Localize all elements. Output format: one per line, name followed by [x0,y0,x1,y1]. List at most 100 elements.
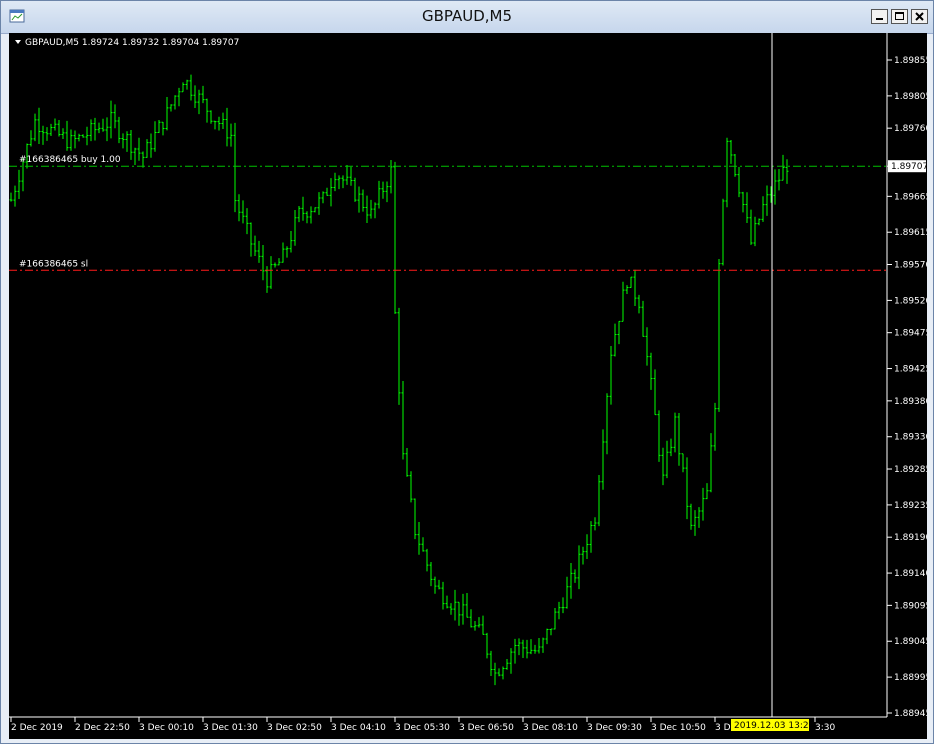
ohlc-bar [737,167,741,198]
ohlc-bar [673,412,677,453]
ohlc-bar [337,175,341,190]
close-button[interactable] [911,9,928,24]
time-tick-label: 2 Dec 22:50 [75,723,130,733]
ohlc-bar [557,601,561,620]
order-lines: #166386465 buy 1.00 #166386465 sl [9,155,887,271]
ohlc-bar [753,216,757,247]
ohlc-bar [529,639,533,655]
ohlc-bar [537,638,541,654]
dropdown-triangle-icon[interactable] [15,40,21,44]
ohlc-bar [449,603,453,615]
ohlc-bar [237,194,241,222]
time-tick-label: 3:30 [815,723,835,733]
ohlc-bar [757,218,761,226]
ohlc-bar [37,107,41,144]
ohlc-bar [461,593,465,625]
ohlc-bar [441,581,445,610]
ohlc-bar [245,208,249,235]
ohlc-bar [445,595,449,609]
ohlc-bar [85,126,89,146]
ohlc-bar [533,644,537,654]
ohlc-bar [73,130,77,149]
ohlc-bar [541,637,545,653]
ohlc-bar [681,453,685,473]
ohlc-bar [497,668,501,677]
price-tick-label: 1.89425 [894,365,927,375]
price-tick-label: 1.89615 [894,228,927,238]
minimize-button[interactable] [871,9,888,24]
ohlc-bar [501,666,505,680]
ohlc-bar [661,447,665,486]
maximize-button[interactable] [891,9,908,24]
ohlc-bar [401,380,405,460]
chart-window: GBPAUD,M5 #166386465 buy 1.00 #166386465 … [0,0,934,744]
ohlc-bar [177,87,181,107]
ohlc-bar [393,161,397,314]
ohlc-bar [361,189,365,212]
price-tick-label: 1.89855 [894,56,927,66]
time-tick-label: 3 Dec 02:50 [267,723,322,733]
ohlc-bar [157,120,161,133]
ohlc-bar [493,662,497,686]
ohlc-bar [205,98,209,123]
ohlc-bar [397,307,401,405]
ohlc-bar [369,199,373,219]
ohlc-bar [413,498,417,540]
ohlc-bar [173,95,177,110]
ohlc-bar [741,191,745,213]
ohlc-bar [33,113,37,142]
symbol-info: GBPAUD,M5 1.89724 1.89732 1.89704 1.8970… [25,38,239,48]
ohlc-bar [365,195,369,224]
ohlc-bar [785,159,789,184]
ohlc-bar [725,137,729,208]
ohlc-bar [61,128,65,140]
price-tick-label: 1.89095 [894,601,927,611]
chart-header: GBPAUD,M5 1.89724 1.89732 1.89704 1.8970… [15,38,239,48]
ohlc-bar [345,164,349,185]
ohlc-bar [773,169,777,205]
ohlc-bar [209,110,213,124]
ohlc-bar [645,327,649,366]
ohlc-bar [609,345,613,405]
price-tick-label: 1.89045 [894,637,927,647]
ohlc-bar [41,125,45,145]
price-tick-label: 1.89520 [894,296,927,306]
price-tick-label: 1.89235 [894,501,927,511]
ohlc-bar [45,127,49,141]
window-title: GBPAUD,M5 [421,7,513,25]
ohlc-bar [221,112,225,129]
price-tick-label: 1.89380 [894,397,927,407]
price-chart[interactable]: #166386465 buy 1.00 #166386465 sl 1.89855… [9,33,927,739]
ohlc-bar [213,120,217,130]
ohlc-bar [481,615,485,635]
ohlc-bar [233,122,237,213]
ohlc-bar [465,593,469,618]
ohlc-bar [253,235,257,257]
ohlc-bar [217,116,221,131]
ohlc-bar [281,242,285,263]
ohlc-bar [9,192,13,202]
ohlc-bar [165,96,169,131]
ohlc-bar [225,107,229,147]
ohlc-bar [581,546,585,565]
title-bar[interactable]: GBPAUD,M5 [1,1,933,34]
ohlc-bar [433,576,437,594]
ohlc-bar [125,131,129,152]
time-axis: 2 Dec 2019 2 Dec 22:50 3 Dec 00:10 3 Dec 01… [10,717,835,733]
ohlc-bar [69,129,73,151]
ohlc-bar [297,206,301,223]
time-tick-label: 3 Dec 09:30 [587,723,642,733]
ohlc-bar [17,169,21,199]
current-price-tag: 1.89707 [888,160,927,173]
ohlc-bar [761,196,765,222]
ohlc-bar [677,413,681,466]
ohlc-bar [293,209,297,246]
ohlc-bar [709,433,713,493]
ohlc-bar [721,198,725,266]
time-tick-label: 3 Dec 05:30 [395,723,450,733]
ohlc-bar [329,178,333,207]
chart-canvas[interactable]: #166386465 buy 1.00 #166386465 sl 1.89855… [9,33,927,739]
ohlc-bar [417,521,421,555]
crosshair-time-tag: 2019.12.03 13:20 [731,719,815,731]
ohlc-bar [197,89,201,115]
